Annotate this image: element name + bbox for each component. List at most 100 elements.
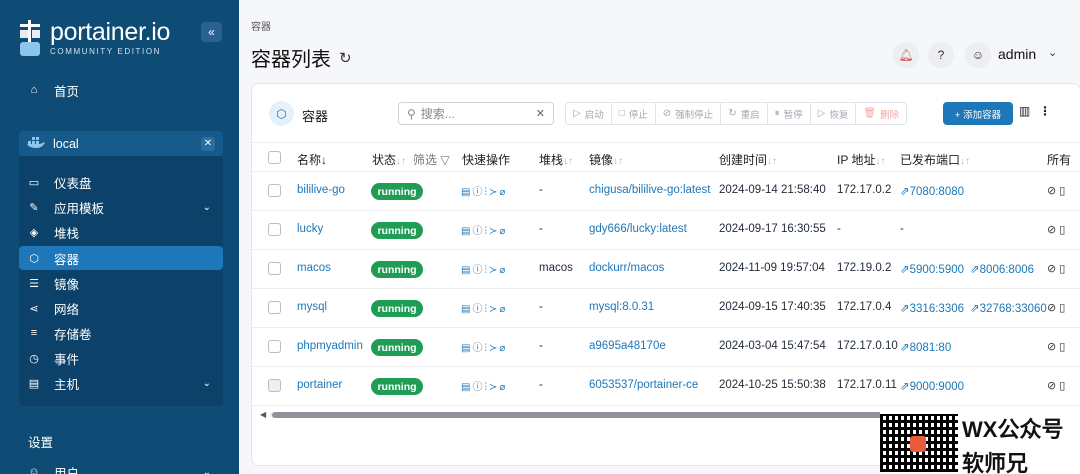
column-state[interactable]: 状态↓↑ xyxy=(372,151,406,168)
sidebar-item-stacks[interactable]: ◈ 堆栈 xyxy=(19,220,223,244)
add-container-button[interactable]: + 添加容器 xyxy=(943,102,1013,125)
container-name-link[interactable]: portainer xyxy=(297,379,342,391)
column-image[interactable]: 镜像↓↑ xyxy=(589,151,623,168)
logs-icon[interactable]: ▤ xyxy=(461,343,472,354)
image-link[interactable]: mysql:8.0.31 xyxy=(589,301,654,313)
inspect-icon[interactable]: ⓘ xyxy=(472,343,484,354)
attach-icon[interactable]: ⌀ xyxy=(499,226,507,237)
column-ip[interactable]: IP 地址↓↑ xyxy=(837,151,885,168)
column-stack[interactable]: 堆栈↓↑ xyxy=(539,151,573,168)
sidebar-item-volumes[interactable]: ≡ 存储卷 xyxy=(19,321,223,345)
kill-button[interactable]: ⊘ 强制停止 xyxy=(655,102,722,125)
select-all-checkbox[interactable] xyxy=(268,151,281,164)
sidebar-item-app-templates[interactable]: ✎ 应用模板 ⌄ xyxy=(19,195,223,219)
container-name-link[interactable]: mysql xyxy=(297,301,327,313)
columns-icon[interactable]: ▥ xyxy=(1019,104,1030,118)
user-name[interactable]: admin xyxy=(998,46,1036,62)
console-icon[interactable]: ≻ xyxy=(489,304,499,315)
row-checkbox[interactable] xyxy=(268,262,281,275)
port-link[interactable]: ⇗8081:80 xyxy=(900,342,951,354)
image-link[interactable]: a9695a48170e xyxy=(589,340,666,352)
logs-icon[interactable]: ▤ xyxy=(461,226,472,237)
inspect-icon[interactable]: ⓘ xyxy=(472,187,484,198)
remove-button[interactable]: 🗑 删除 xyxy=(856,102,908,125)
container-name-link[interactable]: macos xyxy=(297,262,331,274)
search-input[interactable]: ⚲ 搜索... ✕ xyxy=(398,102,554,125)
close-environment-button[interactable]: ✕ xyxy=(201,136,215,151)
attach-icon[interactable]: ⌀ xyxy=(499,265,507,276)
console-icon[interactable]: ≻ xyxy=(489,187,499,198)
column-ports[interactable]: 已发布端口↓↑ xyxy=(900,151,970,168)
inspect-icon[interactable]: ⓘ xyxy=(472,265,484,276)
scrollbar-thumb[interactable] xyxy=(272,412,972,418)
quick-actions[interactable]: ▤ⓘ⫶≻⌀ xyxy=(461,300,507,315)
console-icon[interactable]: ≻ xyxy=(489,226,499,237)
start-button[interactable]: ▷ 启动 xyxy=(565,102,612,125)
inspect-icon[interactable]: ⓘ xyxy=(472,382,484,393)
resume-button[interactable]: ▷ 恢复 xyxy=(810,102,857,125)
sidebar-item-home[interactable]: ⌂ 首页 xyxy=(19,78,223,102)
row-checkbox[interactable] xyxy=(268,340,281,353)
attach-icon[interactable]: ⌀ xyxy=(499,382,507,393)
pause-button[interactable]: ⏸ 暂停 xyxy=(767,102,811,125)
quick-actions[interactable]: ▤ⓘ⫶≻⌀ xyxy=(461,339,507,354)
console-icon[interactable]: ≻ xyxy=(489,382,499,393)
console-icon[interactable]: ≻ xyxy=(489,343,499,354)
sidebar-item-users[interactable]: ☺ 用户 ⌄ xyxy=(19,460,223,474)
port-link[interactable]: ⇗7080:8080 xyxy=(900,186,964,198)
refresh-icon[interactable]: ↻ xyxy=(339,49,352,67)
column-name[interactable]: 名称↓ xyxy=(297,151,327,168)
stack-value[interactable]: macos xyxy=(539,262,573,274)
breadcrumb[interactable]: 容器 xyxy=(251,18,271,33)
sidebar-item-networks[interactable]: ⋖ 网络 xyxy=(19,296,223,320)
sidebar-item-host[interactable]: ▤ 主机 ⌄ xyxy=(19,371,223,395)
image-link[interactable]: dockurr/macos xyxy=(589,262,664,274)
quick-actions[interactable]: ▤ⓘ⫶≻⌀ xyxy=(461,222,507,237)
column-owner[interactable]: 所有 xyxy=(1047,151,1071,168)
user-avatar[interactable]: ☺ xyxy=(965,42,991,68)
logs-icon[interactable]: ▤ xyxy=(461,304,472,315)
container-name-link[interactable]: lucky xyxy=(297,223,323,235)
console-icon[interactable]: ≻ xyxy=(489,265,499,276)
port-link[interactable]: ⇗32768:33060 xyxy=(970,303,1047,315)
quick-actions[interactable]: ▤ⓘ⫶≻⌀ xyxy=(461,183,507,198)
sidebar-item-containers[interactable]: ⬡ 容器 xyxy=(19,246,223,270)
row-checkbox[interactable] xyxy=(268,379,281,392)
logs-icon[interactable]: ▤ xyxy=(461,187,472,198)
attach-icon[interactable]: ⌀ xyxy=(499,304,507,315)
chevron-down-icon[interactable]: ⌄ xyxy=(1048,46,1057,59)
portainer-logo[interactable]: portainer.io COMMUNITY EDITION xyxy=(18,18,170,58)
attach-icon[interactable]: ⌀ xyxy=(499,343,507,354)
image-link[interactable]: gdy666/lucky:latest xyxy=(589,223,687,235)
quick-actions[interactable]: ▤ⓘ⫶≻⌀ xyxy=(461,378,507,393)
row-checkbox[interactable] xyxy=(268,184,281,197)
sidebar-collapse-button[interactable]: « xyxy=(201,22,222,42)
inspect-icon[interactable]: ⓘ xyxy=(472,226,484,237)
state-filter-button[interactable]: 筛选 ▽ xyxy=(413,151,450,168)
port-link[interactable]: ⇗3316:3306 xyxy=(900,303,964,315)
help-button[interactable]: ? xyxy=(928,42,954,68)
sidebar-item-events[interactable]: ◷ 事件 xyxy=(19,346,223,370)
environment-header[interactable]: local ✕ xyxy=(19,131,223,156)
attach-icon[interactable]: ⌀ xyxy=(499,187,507,198)
port-link[interactable]: ⇗8006:8006 xyxy=(970,264,1034,276)
more-options-icon[interactable]: ⋮ xyxy=(1039,104,1051,118)
scroll-left-icon[interactable]: ◀ xyxy=(260,410,266,419)
column-created[interactable]: 创建时间↓↑ xyxy=(719,151,777,168)
container-name-link[interactable]: bililive-go xyxy=(297,184,345,196)
restart-button[interactable]: ↻ 重启 xyxy=(721,102,768,125)
sidebar-item-dashboard[interactable]: ▭ 仪表盘 xyxy=(19,170,223,194)
image-link[interactable]: 6053537/portainer-ce xyxy=(589,379,698,391)
quick-actions[interactable]: ▤ⓘ⫶≻⌀ xyxy=(461,261,507,276)
inspect-icon[interactable]: ⓘ xyxy=(472,304,484,315)
row-checkbox[interactable] xyxy=(268,223,281,236)
port-link[interactable]: ⇗5900:5900 xyxy=(900,264,964,276)
row-checkbox[interactable] xyxy=(268,301,281,314)
sidebar-item-images[interactable]: ☰ 镜像 xyxy=(19,271,223,295)
image-link[interactable]: chigusa/bililive-go:latest xyxy=(589,184,710,196)
clear-search-icon[interactable]: ✕ xyxy=(536,107,545,120)
port-link[interactable]: ⇗9000:9000 xyxy=(900,381,964,393)
stop-button[interactable]: □ 停止 xyxy=(611,102,656,125)
notifications-button[interactable]: 🔔︎ xyxy=(893,42,919,68)
logs-icon[interactable]: ▤ xyxy=(461,265,472,276)
